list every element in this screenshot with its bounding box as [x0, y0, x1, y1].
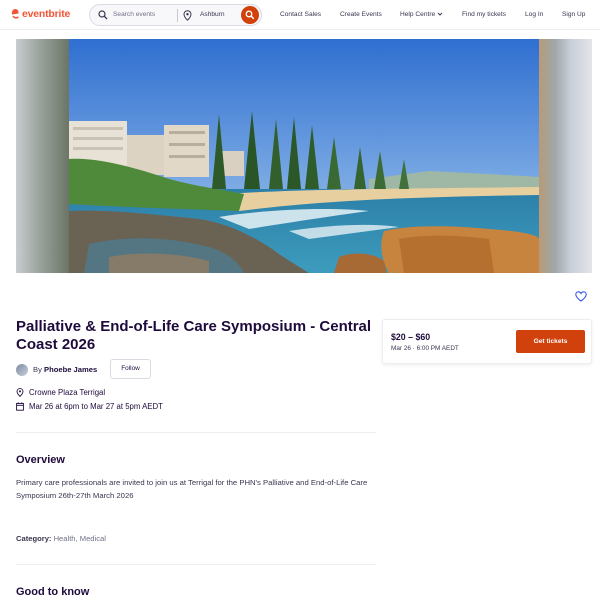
ticket-card: $20 – $60 Mar 26 · 6:00 PM AEDT Get tick…	[382, 319, 592, 364]
venue-row: Crowne Plaza Terrigal	[16, 387, 105, 398]
category-row: Category: Health, Medical	[16, 534, 106, 543]
category-label: Category:	[16, 534, 52, 543]
nav-contact-sales[interactable]: Contact Sales	[280, 11, 321, 18]
get-tickets-button[interactable]: Get tickets	[516, 330, 585, 353]
search-icon	[98, 10, 108, 20]
date-row: Mar 26 at 6pm to Mar 27 at 5pm AEDT	[16, 401, 163, 412]
hero-blur-right	[539, 39, 592, 273]
nav-help-centre-label: Help Centre	[400, 11, 436, 18]
search-submit-button[interactable]	[241, 6, 259, 24]
good-to-know-heading: Good to know	[16, 586, 90, 598]
hero-blur-left	[16, 39, 69, 273]
organizer-avatar[interactable]	[16, 364, 28, 376]
search-input[interactable]: Search events	[113, 11, 155, 18]
organizer-by-label: By	[33, 365, 42, 374]
nav-sign-up[interactable]: Sign Up	[562, 11, 585, 18]
chevron-down-icon	[437, 12, 443, 16]
calendar-icon	[16, 402, 24, 411]
location-pin-icon	[183, 10, 192, 21]
section-divider	[16, 564, 376, 565]
nav-log-in[interactable]: Log In	[525, 11, 543, 18]
event-hero-image	[16, 39, 592, 273]
overview-text: Primary care professionals are invited t…	[16, 478, 368, 500]
location-pin-icon	[16, 388, 24, 397]
ticket-price: $20 – $60	[391, 332, 431, 342]
logo-text: eventbrite	[22, 8, 71, 20]
location-input[interactable]: Ashburn	[200, 11, 225, 18]
eventbrite-logo[interactable]: eventbrite	[11, 8, 70, 20]
search-bar: Search events Ashburn	[89, 4, 262, 26]
search-button-icon	[245, 10, 255, 20]
overview-heading: Overview	[16, 454, 65, 466]
event-title: Palliative & End-of-Life Care Symposium …	[16, 318, 372, 353]
heart-icon[interactable]	[575, 291, 587, 302]
nav-create-events[interactable]: Create Events	[340, 11, 382, 18]
nav-help-centre[interactable]: Help Centre	[400, 11, 443, 18]
eventbrite-logo-mark-icon	[11, 9, 19, 19]
organizer-name[interactable]: Phoebe James	[44, 365, 97, 374]
category-value[interactable]: Health, Medical	[54, 534, 106, 543]
section-divider	[16, 432, 376, 433]
hero-photo-terrigal-beach	[69, 39, 539, 273]
top-nav-bar: eventbrite Search events Ashburn Contact…	[0, 0, 600, 30]
nav-find-my-tickets[interactable]: Find my tickets	[462, 11, 506, 18]
ticket-date: Mar 26 · 6:00 PM AEDT	[391, 345, 459, 352]
search-divider	[177, 9, 178, 22]
date-range-text: Mar 26 at 6pm to Mar 27 at 5pm AEDT	[29, 402, 163, 411]
follow-button[interactable]: Follow	[110, 359, 151, 379]
venue-text[interactable]: Crowne Plaza Terrigal	[29, 388, 105, 397]
